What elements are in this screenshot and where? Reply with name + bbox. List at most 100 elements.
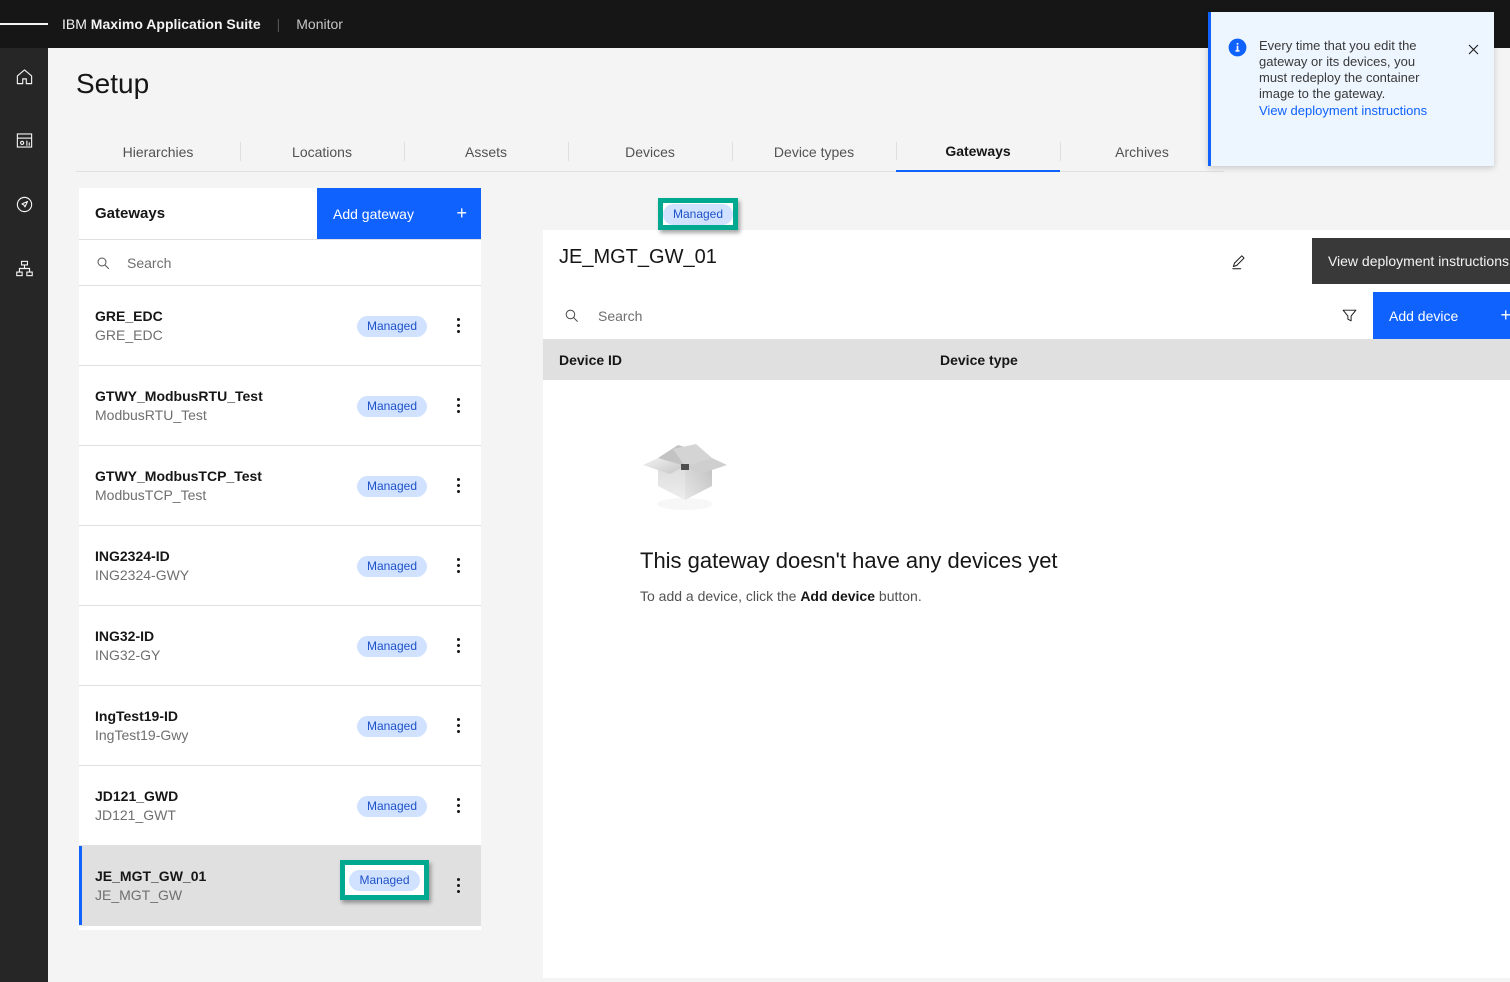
gateway-name: JD121_GWD: [95, 787, 179, 804]
badge-wrapper: Managed: [356, 555, 427, 577]
gateway-name: GTWY_ModbusTCP_Test: [95, 467, 262, 484]
empty-text-before: To add a device, click the: [640, 588, 801, 604]
brand-name: Maximo Application Suite: [90, 16, 261, 32]
list-item[interactable]: JD121_GWD JD121_GWT Managed: [79, 766, 481, 846]
page-title: Setup: [76, 68, 150, 99]
overflow-menu-icon[interactable]: [441, 309, 475, 343]
list-item[interactable]: IngTest19-ID IngTest19-Gwy Managed: [79, 686, 481, 766]
tab-assets[interactable]: Assets: [404, 132, 568, 172]
brand-separator: |: [276, 16, 281, 32]
badge-wrapper: Managed: [356, 715, 427, 737]
list-item[interactable]: GTWY_ModbusTCP_Test ModbusTCP_Test Manag…: [79, 446, 481, 526]
gateway-item-text: JD121_GWD JD121_GWT: [79, 787, 357, 825]
overflow-menu-icon[interactable]: [441, 549, 475, 583]
empty-text-bold: Add device: [800, 588, 876, 604]
device-search-row[interactable]: [543, 292, 1325, 339]
column-header-device-type[interactable]: Device type: [940, 352, 1510, 368]
tab-hierarchies[interactable]: Hierarchies: [76, 132, 240, 172]
empty-state: This gateway doesn't have any devices ye…: [543, 380, 1510, 604]
search-icon: [563, 307, 580, 324]
add-gateway-button[interactable]: Add gateway +: [317, 188, 481, 239]
add-gateway-label: Add gateway: [333, 205, 414, 222]
gateway-sub: IngTest19-Gwy: [95, 726, 189, 743]
gateway-sub: GRE_EDC: [95, 326, 163, 343]
app-root: IBM Maximo Application Suite | Monitor S…: [0, 0, 1510, 982]
gateway-detail-panel: JE_MGT_GW_01 View deployment instruction…: [543, 230, 1510, 978]
device-toolbar: Add device +: [543, 292, 1510, 340]
column-header-device-id[interactable]: Device ID: [543, 352, 940, 368]
tab-device-types[interactable]: Device types: [732, 132, 896, 172]
gateway-item-text: JE_MGT_GW_01 JE_MGT_GW: [79, 867, 357, 905]
gateway-sub: ING2324-GWY: [95, 566, 190, 583]
gateway-name: ING32-ID: [95, 627, 155, 644]
add-device-label: Add device: [1389, 307, 1459, 324]
dashboard-icon[interactable]: [0, 124, 48, 156]
app-name[interactable]: Monitor: [296, 16, 343, 32]
filter-icon[interactable]: [1325, 292, 1373, 339]
gateways-search-input[interactable]: [127, 254, 427, 271]
gateway-name: GRE_EDC: [95, 307, 163, 324]
edit-pencil-icon[interactable]: [1225, 248, 1253, 276]
badge-wrapper: Managed: [356, 315, 427, 337]
tab-gateways[interactable]: Gateways: [896, 132, 1060, 172]
gateways-list-panel: Gateways Add gateway + GRE_EDC: [79, 188, 481, 930]
gateways-search-row[interactable]: [79, 240, 481, 286]
badge-wrapper: Managed: [356, 635, 427, 657]
brand-title[interactable]: IBM Maximo Application Suite: [62, 16, 261, 32]
badge-wrapper: Managed: [356, 795, 427, 817]
tab-locations[interactable]: Locations: [240, 132, 404, 172]
close-icon[interactable]: [1462, 38, 1484, 60]
gateway-item-text: GTWY_ModbusRTU_Test ModbusRTU_Test: [79, 387, 357, 425]
empty-state-title: This gateway doesn't have any devices ye…: [640, 548, 1058, 573]
gateway-sub: JE_MGT_GW: [95, 886, 183, 903]
empty-state-subtitle: To add a device, click the Add device bu…: [640, 588, 1510, 604]
gateways-panel-title: Gateways: [95, 205, 166, 222]
gateway-name: GTWY_ModbusRTU_Test: [95, 387, 263, 404]
list-item[interactable]: GTWY_ModbusRTU_Test ModbusRTU_Test Manag…: [79, 366, 481, 446]
list-item[interactable]: ING32-ID ING32-GY Managed: [79, 606, 481, 686]
status-badge: Managed: [356, 475, 427, 497]
overflow-menu-icon[interactable]: [441, 789, 475, 823]
detail-panel-header: JE_MGT_GW_01 View deployment instruction…: [543, 230, 1510, 292]
tab-archives[interactable]: Archives: [1060, 132, 1224, 172]
add-device-button[interactable]: Add device +: [1373, 292, 1510, 339]
overflow-menu-icon[interactable]: [441, 389, 475, 423]
overflow-menu-icon[interactable]: [441, 469, 475, 503]
notification-body: Every time that you edit the gateway or …: [1259, 38, 1439, 119]
gateway-sub: ModbusTCP_Test: [95, 486, 207, 503]
status-badge: Managed: [356, 315, 427, 337]
overflow-menu-icon[interactable]: [441, 869, 475, 903]
gateways-list: GRE_EDC GRE_EDC Managed GTWY_ModbusRTU_T…: [79, 286, 481, 926]
status-badge: Managed: [356, 715, 427, 737]
explore-icon[interactable]: [0, 188, 48, 220]
gateway-item-text: ING32-ID ING32-GY: [79, 627, 357, 665]
annotation-inner-list-badge: Managed: [345, 865, 424, 895]
badge-wrapper: Managed: [356, 475, 427, 497]
gateway-name: ING2324-ID: [95, 547, 170, 564]
status-badge: Managed: [356, 555, 427, 577]
hamburger-menu-icon[interactable]: [0, 0, 48, 48]
gateway-item-text: GRE_EDC GRE_EDC: [79, 307, 357, 345]
annotation-inner-title-badge: Managed: [662, 203, 734, 225]
gateway-name: JE_MGT_GW_01: [95, 867, 207, 884]
status-badge: Managed: [356, 795, 427, 817]
overflow-menu-icon[interactable]: [441, 629, 475, 663]
deployment-instructions-tooltip: View deployment instructions: [1311, 238, 1510, 284]
list-item[interactable]: GRE_EDC GRE_EDC Managed: [79, 286, 481, 366]
gateway-item-text: ING2324-ID ING2324-GWY: [79, 547, 357, 585]
view-deployment-instructions-link[interactable]: View deployment instructions: [1259, 103, 1427, 119]
status-badge-highlighted: Managed: [349, 869, 420, 891]
tab-devices[interactable]: Devices: [568, 132, 732, 172]
status-badge: Managed: [356, 395, 427, 417]
empty-text-after: button.: [875, 588, 922, 604]
status-badge: Managed: [356, 635, 427, 657]
device-table-header: Device ID Device type: [543, 340, 1510, 380]
gateways-panel-header: Gateways Add gateway +: [79, 188, 481, 240]
notification-toast: Every time that you edit the gateway or …: [1208, 12, 1494, 166]
hierarchy-icon[interactable]: [0, 252, 48, 284]
device-search-input[interactable]: [598, 307, 998, 324]
list-item[interactable]: ING2324-ID ING2324-GWY Managed: [79, 526, 481, 606]
home-icon[interactable]: [0, 60, 48, 92]
overflow-menu-icon[interactable]: [441, 709, 475, 743]
information-filled-icon: [1228, 38, 1247, 62]
